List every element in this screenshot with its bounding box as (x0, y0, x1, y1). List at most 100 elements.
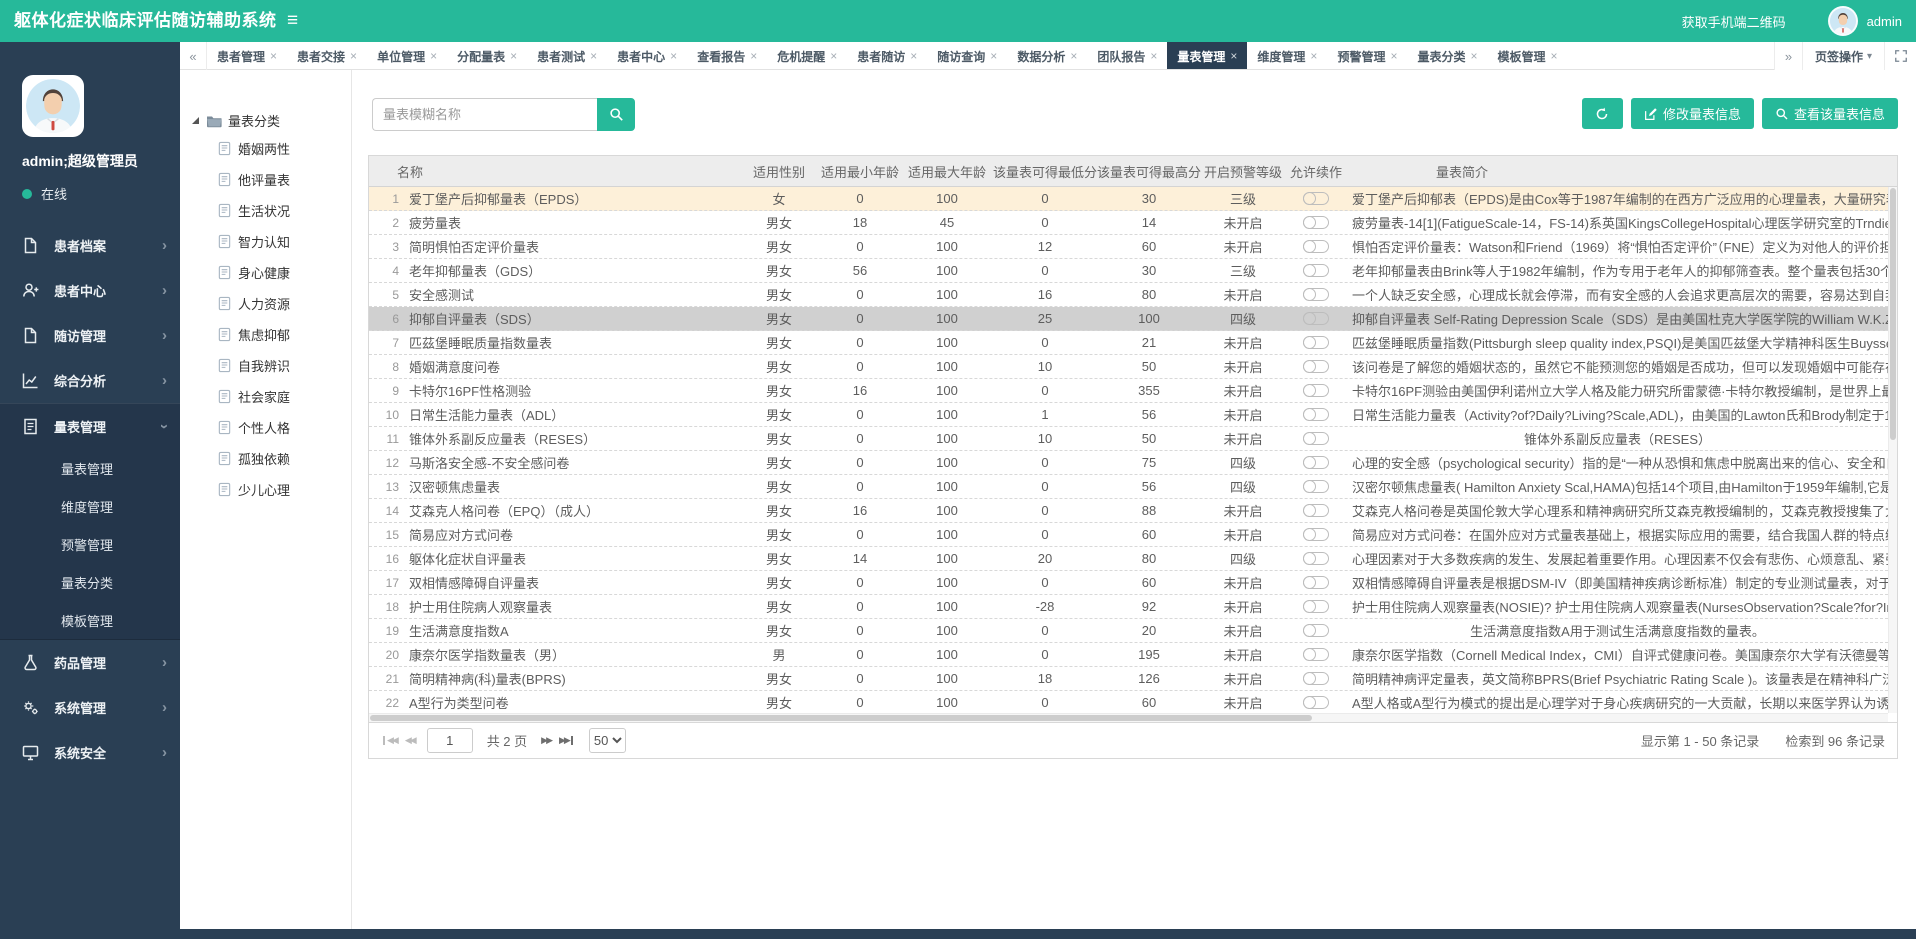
tree-item-5[interactable]: 人力资源 (180, 288, 351, 319)
allow-continue-toggle[interactable] (1303, 552, 1329, 565)
tree-item-1[interactable]: 他评量表 (180, 164, 351, 195)
edit-scale-button[interactable]: 修改量表信息 (1631, 98, 1754, 129)
tab-10[interactable]: 数据分析× (1007, 42, 1087, 69)
tab-close-icon[interactable]: × (830, 49, 837, 63)
table-row[interactable]: 22A型行为类型问卷男女0100060未开启A型人格或A型行为模式的提出是心理学… (369, 691, 1888, 713)
tab-1[interactable]: 患者交接× (287, 42, 367, 69)
sidebar-subitem-3[interactable]: 量表分类 (0, 563, 180, 601)
tab-9[interactable]: 随访查询× (927, 42, 1007, 69)
tab-7[interactable]: 危机提醒× (767, 42, 847, 69)
tab-close-icon[interactable]: × (1070, 49, 1077, 63)
tab-close-icon[interactable]: × (670, 49, 677, 63)
search-button[interactable] (597, 98, 635, 131)
table-row[interactable]: 10日常生活能力量表（ADL）男女0100156未开启日常生活能力量表（Acti… (369, 403, 1888, 427)
next-page-button[interactable]: ▶▶ (541, 735, 551, 746)
tree-expand-icon[interactable] (192, 117, 199, 124)
tab-operations-dropdown[interactable]: 页签操作 ▾ (1802, 42, 1884, 70)
table-row[interactable]: 21简明精神病(科)量表(BPRS)男女010018126未开启简明精神病评定量… (369, 667, 1888, 691)
allow-continue-toggle[interactable] (1303, 336, 1329, 349)
table-row[interactable]: 3简明惧怕否定评价量表男女01001260未开启惧怕否定评价量表：Watson和… (369, 235, 1888, 259)
tree-item-0[interactable]: 婚姻两性 (180, 133, 351, 164)
tab-4[interactable]: 患者测试× (527, 42, 607, 69)
sidebar-item-5[interactable]: 药品管理› (0, 640, 180, 685)
tab-close-icon[interactable]: × (750, 49, 757, 63)
sidebar-item-0[interactable]: 患者档案› (0, 223, 180, 268)
allow-continue-toggle[interactable] (1303, 648, 1329, 661)
tab-12[interactable]: 量表管理× (1167, 42, 1247, 69)
allow-continue-toggle[interactable] (1303, 672, 1329, 685)
tree-item-4[interactable]: 身心健康 (180, 257, 351, 288)
tab-close-icon[interactable]: × (270, 49, 277, 63)
column-header-continue[interactable]: 允许续作 (1285, 162, 1347, 181)
vertical-scrollbar-thumb[interactable] (1890, 188, 1896, 440)
table-row[interactable]: 19生活满意度指数A男女0100020未开启生活满意度指数A用于测试生活满意度指… (369, 619, 1888, 643)
allow-continue-toggle[interactable] (1303, 432, 1329, 445)
tab-2[interactable]: 单位管理× (367, 42, 447, 69)
tab-16[interactable]: 模板管理× (1488, 42, 1568, 69)
tab-close-icon[interactable]: × (430, 49, 437, 63)
tabs-scroll-right-icon[interactable]: » (1774, 42, 1802, 70)
allow-continue-toggle[interactable] (1303, 576, 1329, 589)
sidebar-item-3[interactable]: 综合分析› (0, 358, 180, 403)
view-scale-button[interactable]: 查看该量表信息 (1762, 98, 1898, 129)
table-row[interactable]: 6抑郁自评量表（SDS）男女010025100四级抑郁自评量表 Self-Rat… (369, 307, 1888, 331)
column-header-max-score[interactable]: 该量表可得最高分 (1097, 162, 1201, 181)
tab-close-icon[interactable]: × (590, 49, 597, 63)
tab-close-icon[interactable]: × (1470, 49, 1477, 63)
tab-close-icon[interactable]: × (990, 49, 997, 63)
prev-page-button[interactable]: ◀◀ (405, 735, 415, 746)
tab-close-icon[interactable]: × (510, 49, 517, 63)
tree-item-11[interactable]: 少儿心理 (180, 474, 351, 505)
table-row[interactable]: 17双相情感障碍自评量表男女0100060未开启双相情感障碍自评量表是根据DSM… (369, 571, 1888, 595)
tree-item-6[interactable]: 焦虑抑郁 (180, 319, 351, 350)
tab-13[interactable]: 维度管理× (1247, 42, 1327, 69)
allow-continue-toggle[interactable] (1303, 360, 1329, 373)
table-row[interactable]: 16躯体化症状自评量表男女141002080四级心理因素对于大多数疾病的发生、发… (369, 547, 1888, 571)
tab-close-icon[interactable]: × (1230, 49, 1237, 63)
tab-8[interactable]: 患者随访× (847, 42, 927, 69)
avatar[interactable] (22, 75, 84, 137)
table-row[interactable]: 11锥体外系副反应量表（RESES）男女01001050未开启锥体外系副反应量表… (369, 427, 1888, 451)
tabs-scroll-left-icon[interactable]: « (180, 42, 207, 70)
allow-continue-toggle[interactable] (1303, 312, 1329, 325)
tab-11[interactable]: 团队报告× (1087, 42, 1167, 69)
tab-close-icon[interactable]: × (1390, 49, 1397, 63)
first-page-button[interactable]: ◀◀ (381, 735, 397, 746)
tab-0[interactable]: 患者管理× (207, 42, 287, 69)
table-row[interactable]: 5安全感测试男女01001680未开启一个人缺乏安全感，心理成长就会停滞，而有安… (369, 283, 1888, 307)
tree-item-7[interactable]: 自我辨识 (180, 350, 351, 381)
allow-continue-toggle[interactable] (1303, 192, 1329, 205)
page-number-input[interactable] (427, 728, 473, 753)
sidebar-item-1[interactable]: 患者中心› (0, 268, 180, 313)
tree-item-2[interactable]: 生活状况 (180, 195, 351, 226)
tab-5[interactable]: 患者中心× (607, 42, 687, 69)
allow-continue-toggle[interactable] (1303, 528, 1329, 541)
table-row[interactable]: 9卡特尔16PF性格测验男女161000355未开启卡特尔16PF测验由美国伊利… (369, 379, 1888, 403)
tree-item-3[interactable]: 智力认知 (180, 226, 351, 257)
allow-continue-toggle[interactable] (1303, 240, 1329, 253)
horizontal-scrollbar-thumb[interactable] (370, 715, 1312, 721)
sidebar-subitem-0[interactable]: 量表管理 (0, 449, 180, 487)
tree-item-10[interactable]: 孤独依赖 (180, 443, 351, 474)
sidebar-item-6[interactable]: 系统管理› (0, 685, 180, 730)
allow-continue-toggle[interactable] (1303, 696, 1329, 709)
column-header-warning[interactable]: 开启预警等级 (1201, 162, 1285, 181)
column-header-max-age[interactable]: 适用最大年龄 (901, 162, 993, 181)
table-row[interactable]: 18护士用住院病人观察量表男女0100-2892未开启护士用住院病人观察量表(N… (369, 595, 1888, 619)
allow-continue-toggle[interactable] (1303, 600, 1329, 613)
last-page-button[interactable]: ▶▶ (559, 735, 575, 746)
table-row[interactable]: 4老年抑郁量表（GDS）男女56100030三级老年抑郁量表由Brink等人于1… (369, 259, 1888, 283)
tab-15[interactable]: 量表分类× (1407, 42, 1487, 69)
allow-continue-toggle[interactable] (1303, 216, 1329, 229)
allow-continue-toggle[interactable] (1303, 384, 1329, 397)
search-input[interactable] (372, 98, 597, 131)
tab-3[interactable]: 分配量表× (447, 42, 527, 69)
allow-continue-toggle[interactable] (1303, 456, 1329, 469)
table-row[interactable]: 20康奈尔医学指数量表（男）男01000195未开启康奈尔医学指数（Cornel… (369, 643, 1888, 667)
user-avatar[interactable] (1828, 6, 1858, 36)
sidebar-item-7[interactable]: 系统安全› (0, 730, 180, 775)
page-size-select[interactable]: 50 (589, 728, 626, 753)
refresh-button[interactable] (1582, 98, 1623, 129)
sidebar-subitem-4[interactable]: 模板管理 (0, 601, 180, 639)
table-row[interactable]: 1爱丁堡产后抑郁量表（EPDS）女0100030三级爱丁堡产后抑郁表（EPDS)… (369, 187, 1888, 211)
